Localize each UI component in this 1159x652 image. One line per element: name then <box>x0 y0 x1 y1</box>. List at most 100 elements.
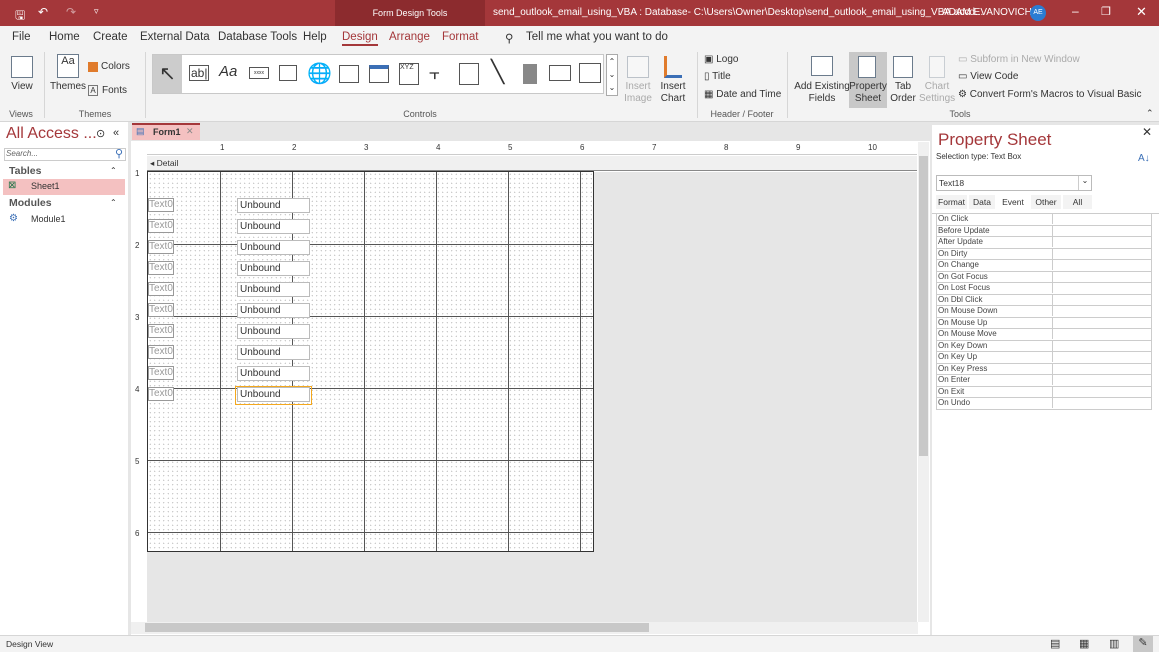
property-value[interactable] <box>1052 270 1153 282</box>
sort-icon[interactable]: A↓ <box>1138 153 1150 164</box>
nav-menu-icon[interactable]: ⊙ <box>96 127 105 140</box>
label-control[interactable]: Text0 <box>148 198 174 212</box>
tab-file[interactable]: File <box>12 31 31 43</box>
horizontal-scrollbar[interactable] <box>131 622 918 634</box>
chart-settings-button[interactable]: Chart Settings <box>919 81 955 105</box>
collapse-nav-icon[interactable]: « <box>113 127 119 139</box>
unbound-textbox[interactable]: Unbound <box>237 387 310 402</box>
customize-qat-icon[interactable]: ▿ <box>94 6 99 17</box>
scroll-thumb[interactable] <box>145 623 649 632</box>
label-control[interactable]: Text0 <box>148 324 174 338</box>
redo-icon[interactable]: ↷ <box>66 5 76 19</box>
label-control[interactable]: Text0 <box>148 219 174 233</box>
save-icon[interactable]: 🖫 <box>15 6 25 27</box>
logo-button[interactable]: ▣ Logo <box>704 54 738 66</box>
chevron-down-icon[interactable]: ⌄ <box>1078 176 1091 190</box>
rectangle-icon[interactable] <box>579 63 601 83</box>
property-value[interactable] <box>1052 397 1153 408</box>
unbound-textbox[interactable]: Unbound <box>237 324 310 339</box>
datasheet-view-icon[interactable]: ▦ <box>1079 637 1089 650</box>
user-name[interactable]: ADAM EVANOVICH <box>942 7 1032 18</box>
label-control[interactable]: Text0 <box>148 387 174 401</box>
label-control-icon[interactable]: Aa <box>219 63 237 80</box>
textbox-control-icon[interactable]: ab| <box>189 65 210 81</box>
property-value[interactable] <box>1052 259 1153 270</box>
tab-order-button[interactable]: Tab Order <box>889 81 917 105</box>
close-property-sheet-icon[interactable]: ✕ <box>1142 125 1152 139</box>
property-value[interactable] <box>1052 224 1153 236</box>
property-value[interactable] <box>1052 351 1153 362</box>
property-value[interactable] <box>1052 282 1153 293</box>
title-button[interactable]: ▯ Title <box>704 71 731 83</box>
unbound-textbox[interactable]: Unbound <box>237 198 310 213</box>
property-value[interactable] <box>1052 247 1153 259</box>
select-pointer-icon[interactable]: ↖ <box>153 55 182 93</box>
tell-me-input[interactable]: Tell me what you want to do <box>526 31 668 43</box>
unbound-textbox[interactable]: Unbound <box>237 345 310 360</box>
label-control[interactable]: Text0 <box>148 366 174 380</box>
property-value[interactable] <box>1052 213 1153 224</box>
button-control-icon[interactable]: xxxx <box>249 67 269 79</box>
tab-control-icon[interactable] <box>279 65 297 81</box>
property-sheet-button[interactable]: Property Sheet <box>849 52 887 108</box>
undo-icon[interactable]: ↶ <box>38 5 48 19</box>
combo-box-icon[interactable] <box>459 63 479 85</box>
property-value[interactable] <box>1052 328 1153 339</box>
add-existing-fields-button[interactable]: Add Existing Fields <box>794 81 850 105</box>
nav-search[interactable]: Search... ⚲ <box>4 148 126 161</box>
convert-macros-button[interactable]: ⚙ Convert Form's Macros to Visual Basic <box>958 89 1142 101</box>
gallery-scroll-icon[interactable]: ⌃ ⌄ ⌄ <box>606 54 618 96</box>
label-control[interactable]: Text0 <box>148 240 174 254</box>
restore-button[interactable]: ❐ <box>1101 5 1111 18</box>
page-break-icon[interactable]: ⫟ <box>429 63 440 84</box>
label-control[interactable]: Text0 <box>148 261 174 275</box>
property-value[interactable] <box>1052 293 1153 305</box>
collapse-group-icon[interactable]: ⌃ <box>110 198 117 207</box>
collapse-group-icon[interactable]: ⌃ <box>110 166 117 175</box>
form-view-icon[interactable]: ▤ <box>1050 637 1060 650</box>
fonts-button[interactable]: Fonts <box>102 85 127 97</box>
form-design-grid[interactable] <box>147 171 594 552</box>
view-button[interactable]: View <box>4 81 40 93</box>
ps-tab-other[interactable]: Other <box>1031 195 1061 209</box>
property-row[interactable]: On Undo <box>936 397 1153 410</box>
insert-image-button[interactable]: Insert Image <box>620 81 656 105</box>
unbound-textbox[interactable]: Unbound <box>237 261 310 276</box>
tab-database-tools[interactable]: Database Tools <box>218 31 297 43</box>
property-value[interactable] <box>1052 316 1153 328</box>
view-code-button[interactable]: ▭ View Code <box>958 71 1018 83</box>
property-value[interactable] <box>1052 339 1153 351</box>
tab-format[interactable]: Format <box>442 31 478 43</box>
ps-tab-all[interactable]: All <box>1063 195 1092 209</box>
line-icon[interactable]: ╲ <box>491 59 504 85</box>
unbound-textbox[interactable]: Unbound <box>237 303 310 318</box>
label-control[interactable]: Text0 <box>148 303 174 317</box>
tab-home[interactable]: Home <box>49 31 80 43</box>
nav-group-modules[interactable]: Modules <box>9 197 52 209</box>
subform-button[interactable]: ▭ Subform in New Window <box>958 54 1080 66</box>
ps-tab-format[interactable]: Format <box>936 195 967 209</box>
unbound-textbox[interactable]: Unbound <box>237 282 310 297</box>
insert-chart-button[interactable]: Insert Chart <box>655 81 691 105</box>
unbound-textbox[interactable]: Unbound <box>237 366 310 381</box>
property-value[interactable] <box>1052 374 1153 385</box>
themes-button[interactable]: Themes <box>48 81 88 93</box>
object-select[interactable]: Text18 ⌄ <box>936 175 1092 191</box>
unbound-textbox[interactable]: Unbound <box>237 219 310 234</box>
date-time-button[interactable]: ▦ Date and Time <box>704 89 781 101</box>
controls-gallery[interactable]: ↖ ab| Aa xxxx 🌐 XYZ ⫟ ╲ <box>152 54 604 94</box>
collapse-ribbon-icon[interactable]: ⌃ <box>1146 108 1154 119</box>
list-box-icon[interactable] <box>549 65 571 81</box>
layout-view-icon[interactable]: ▥ <box>1109 637 1119 650</box>
nav-item-module1[interactable]: ⚙ Module1 <box>3 212 125 228</box>
property-value[interactable] <box>1052 362 1153 374</box>
close-button[interactable]: ✕ <box>1136 4 1147 20</box>
colors-button[interactable]: Colors <box>101 61 130 73</box>
tab-design[interactable]: Design <box>342 31 378 46</box>
nav-group-tables[interactable]: Tables <box>9 165 41 177</box>
tab-form1[interactable]: ▤ Form1 ✕ <box>132 123 200 140</box>
toggle-button-icon[interactable] <box>523 64 537 84</box>
unbound-textbox[interactable]: Unbound <box>237 240 310 255</box>
close-tab-icon[interactable]: ✕ <box>186 126 194 137</box>
tab-external-data[interactable]: External Data <box>140 31 210 43</box>
